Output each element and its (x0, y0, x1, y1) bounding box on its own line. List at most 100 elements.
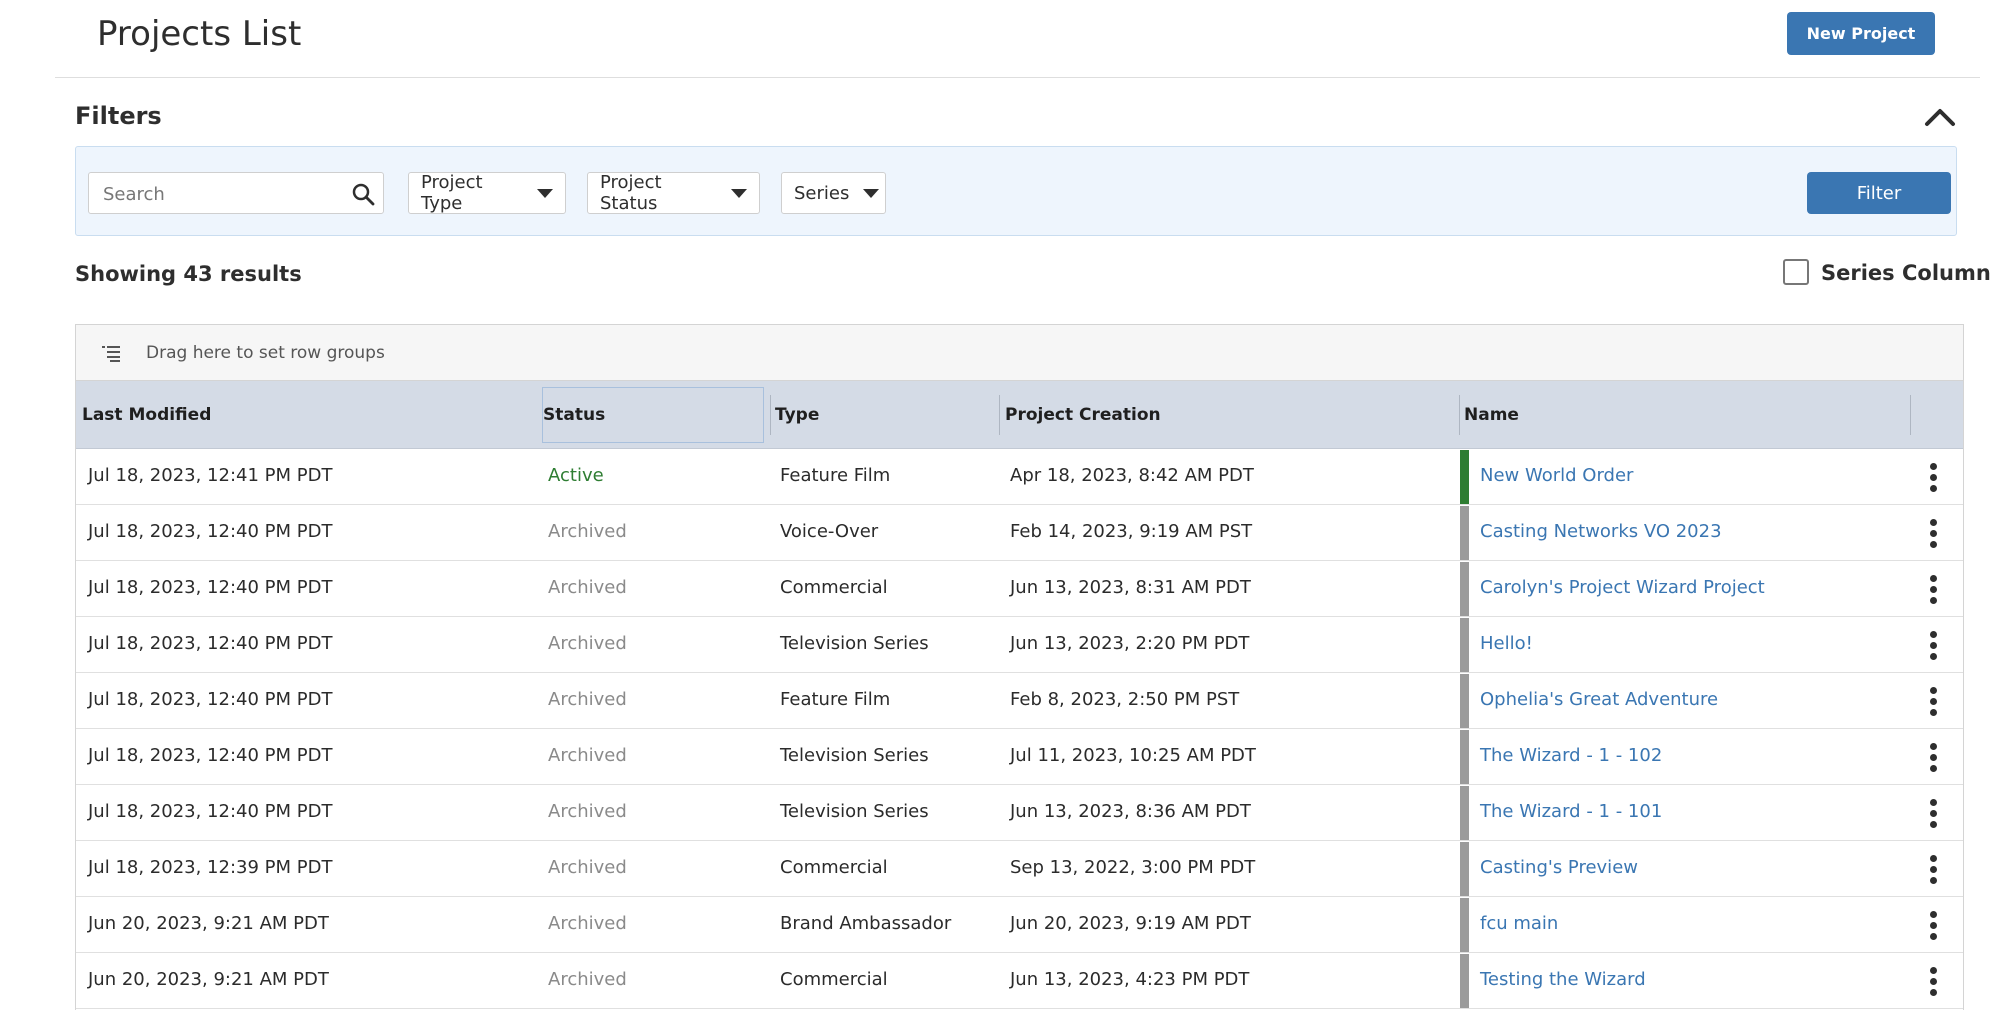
column-header-type[interactable]: Type (775, 405, 819, 425)
table-row[interactable]: Jul 18, 2023, 12:40 PM PDT Archived Feat… (76, 673, 1963, 729)
project-name-link[interactable]: New World Order (1480, 465, 1633, 486)
column-separator[interactable] (1910, 395, 1911, 435)
status-cell: Archived (548, 913, 627, 934)
more-vertical-icon[interactable] (1926, 799, 1940, 829)
created-cell: Feb 8, 2023, 2:50 PM PST (1010, 689, 1240, 710)
filter-panel: Project Type Project Status Series Filte… (75, 146, 1957, 236)
created-cell: Jun 13, 2023, 4:23 PM PDT (1010, 969, 1250, 990)
type-cell: Brand Ambassador (780, 913, 952, 934)
last-modified-cell: Jun 20, 2023, 9:21 AM PDT (88, 969, 329, 990)
type-cell: Television Series (780, 801, 929, 822)
row-group-drop-zone[interactable]: Drag here to set row groups (76, 325, 1963, 381)
last-modified-cell: Jul 18, 2023, 12:39 PM PDT (88, 857, 333, 878)
last-modified-cell: Jun 20, 2023, 9:21 AM PDT (88, 913, 329, 934)
status-color-bar (1460, 450, 1469, 504)
project-name-link[interactable]: Casting's Preview (1480, 857, 1638, 878)
project-name-link[interactable]: fcu main (1480, 913, 1558, 934)
more-vertical-icon[interactable] (1926, 575, 1940, 605)
table-row[interactable]: Jul 18, 2023, 12:40 PM PDT Archived Tele… (76, 785, 1963, 841)
status-cell: Active (548, 465, 604, 486)
project-type-label: Project Type (421, 172, 483, 214)
chevron-up-icon[interactable] (1924, 104, 1956, 128)
project-name-link[interactable]: The Wizard - 1 - 101 (1480, 801, 1662, 822)
projects-grid: Drag here to set row groups Last Modifie… (75, 324, 1964, 1010)
project-status-dropdown[interactable]: Project Status (587, 172, 760, 214)
status-color-bar (1460, 618, 1469, 672)
more-vertical-icon[interactable] (1926, 855, 1940, 885)
series-column-label: Series Column (1821, 261, 1991, 285)
column-separator[interactable] (1459, 395, 1460, 435)
filter-button[interactable]: Filter (1807, 172, 1951, 214)
project-name-link[interactable]: Ophelia's Great Adventure (1480, 689, 1718, 710)
column-header-project-creation[interactable]: Project Creation (1005, 405, 1161, 425)
more-vertical-icon[interactable] (1926, 911, 1940, 941)
project-name-link[interactable]: The Wizard - 1 - 102 (1480, 745, 1662, 766)
column-separator[interactable] (770, 395, 771, 435)
table-row[interactable]: Jul 18, 2023, 12:40 PM PDT Archived Voic… (76, 505, 1963, 561)
more-vertical-icon[interactable] (1926, 519, 1940, 549)
series-dropdown[interactable]: Series (781, 172, 886, 214)
created-cell: Jun 13, 2023, 8:31 AM PDT (1010, 577, 1251, 598)
table-row[interactable]: Jun 20, 2023, 9:21 AM PDT Archived Brand… (76, 897, 1963, 953)
created-cell: Sep 13, 2022, 3:00 PM PDT (1010, 857, 1256, 878)
type-cell: Television Series (780, 745, 929, 766)
search-icon[interactable] (351, 182, 375, 206)
status-cell: Archived (548, 969, 627, 990)
column-header-status[interactable]: Status (543, 405, 605, 425)
status-color-bar (1460, 506, 1469, 560)
column-header-last-modified[interactable]: Last Modified (82, 405, 211, 425)
page-header: Projects List New Project (55, 0, 1980, 78)
type-cell: Voice-Over (780, 521, 879, 542)
more-vertical-icon[interactable] (1926, 687, 1940, 717)
status-cell: Archived (548, 521, 627, 542)
status-cell: Archived (548, 745, 627, 766)
more-vertical-icon[interactable] (1926, 463, 1940, 493)
status-color-bar (1460, 898, 1469, 952)
series-label: Series (794, 182, 850, 204)
last-modified-cell: Jul 18, 2023, 12:41 PM PDT (88, 465, 333, 486)
created-cell: Jun 20, 2023, 9:19 AM PDT (1010, 913, 1251, 934)
project-name-link[interactable]: Carolyn's Project Wizard Project (1480, 577, 1765, 598)
status-color-bar (1460, 674, 1469, 728)
row-group-hint: Drag here to set row groups (146, 343, 385, 363)
status-cell: Archived (548, 577, 627, 598)
status-cell: Archived (548, 801, 627, 822)
last-modified-cell: Jul 18, 2023, 12:40 PM PDT (88, 633, 333, 654)
last-modified-cell: Jul 18, 2023, 12:40 PM PDT (88, 689, 333, 710)
table-row[interactable]: Jul 18, 2023, 12:41 PM PDT Active Featur… (76, 449, 1963, 505)
status-cell: Archived (548, 689, 627, 710)
new-project-button[interactable]: New Project (1787, 12, 1935, 55)
column-header-name[interactable]: Name (1464, 405, 1519, 425)
search-box (88, 172, 384, 214)
project-name-link[interactable]: Testing the Wizard (1480, 969, 1646, 990)
table-row[interactable]: Jun 20, 2023, 9:21 AM PDT Archived Comme… (76, 953, 1963, 1009)
project-name-link[interactable]: Casting Networks VO 2023 (1480, 521, 1722, 542)
series-column-checkbox[interactable] (1783, 259, 1809, 285)
page-title: Projects List (97, 14, 302, 54)
type-cell: Feature Film (780, 689, 891, 710)
more-vertical-icon[interactable] (1926, 631, 1940, 661)
last-modified-cell: Jul 18, 2023, 12:40 PM PDT (88, 745, 333, 766)
search-input[interactable] (103, 179, 343, 209)
table-row[interactable]: Jul 18, 2023, 12:40 PM PDT Archived Tele… (76, 729, 1963, 785)
type-cell: Feature Film (780, 465, 891, 486)
table-row[interactable]: Jul 18, 2023, 12:40 PM PDT Archived Tele… (76, 617, 1963, 673)
results-count: Showing 43 results (75, 262, 302, 286)
type-cell: Television Series (780, 633, 929, 654)
last-modified-cell: Jul 18, 2023, 12:40 PM PDT (88, 521, 333, 542)
last-modified-cell: Jul 18, 2023, 12:40 PM PDT (88, 577, 333, 598)
type-cell: Commercial (780, 857, 888, 878)
list-icon (102, 346, 120, 362)
status-color-bar (1460, 786, 1469, 840)
created-cell: Jun 13, 2023, 8:36 AM PDT (1010, 801, 1251, 822)
status-color-bar (1460, 730, 1469, 784)
project-name-link[interactable]: Hello! (1480, 633, 1533, 654)
more-vertical-icon[interactable] (1926, 743, 1940, 773)
table-row[interactable]: Jul 18, 2023, 12:39 PM PDT Archived Comm… (76, 841, 1963, 897)
more-vertical-icon[interactable] (1926, 967, 1940, 997)
project-type-dropdown[interactable]: Project Type (408, 172, 566, 214)
caret-down-icon (863, 188, 880, 198)
table-row[interactable]: Jul 18, 2023, 12:40 PM PDT Archived Comm… (76, 561, 1963, 617)
column-separator[interactable] (999, 395, 1000, 435)
created-cell: Jul 11, 2023, 10:25 AM PDT (1010, 745, 1256, 766)
